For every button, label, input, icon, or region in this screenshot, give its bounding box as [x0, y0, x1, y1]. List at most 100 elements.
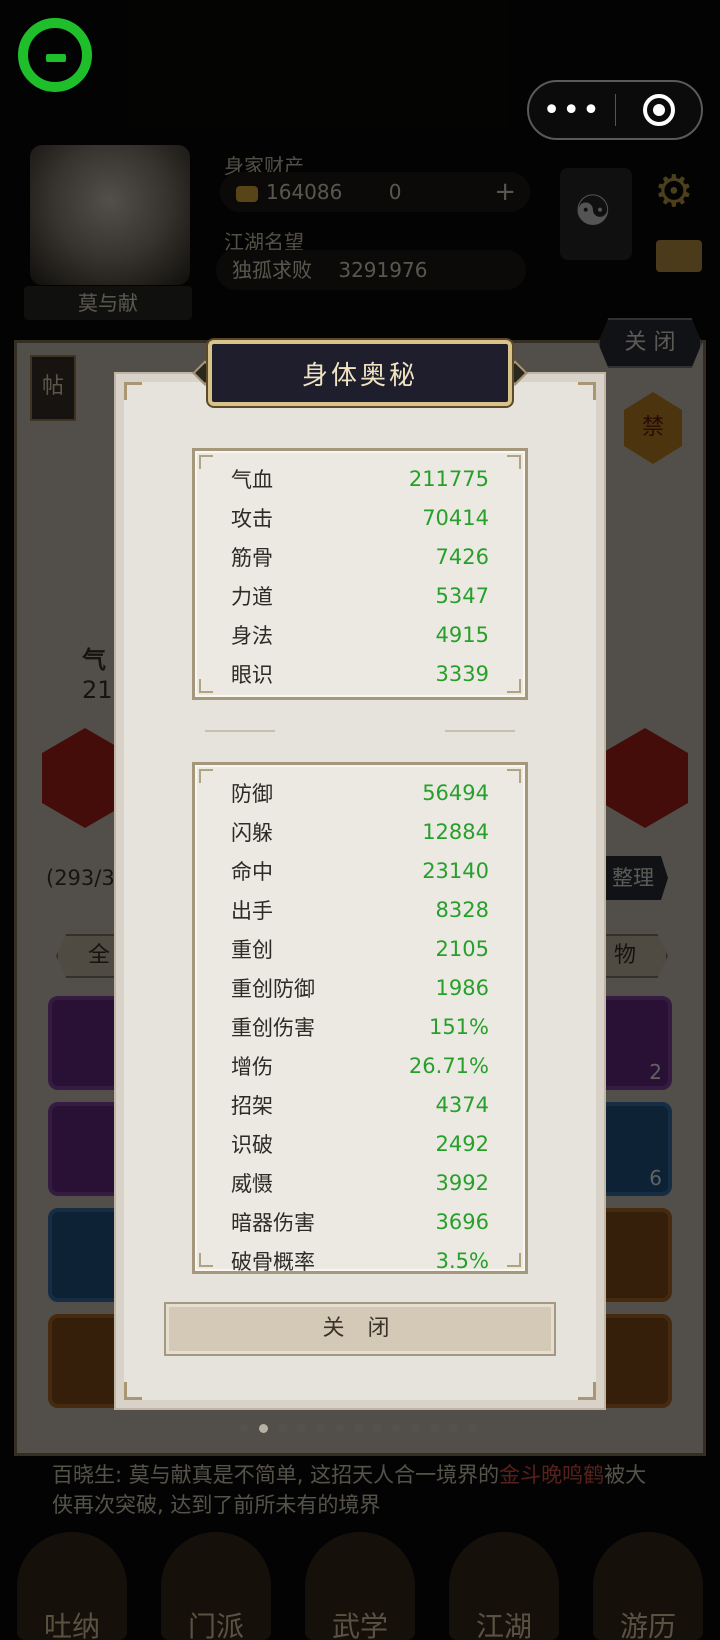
stat-row: 命中 23140 — [195, 851, 525, 890]
stat-row: 威慑 3992 — [195, 1163, 525, 1202]
stat-value: 23140 — [422, 858, 489, 883]
gold-icon — [236, 185, 258, 202]
player-title: 独孤求败 — [232, 258, 312, 282]
primary-stats-box: 气血 211775 攻击 70414 筋骨 7426 力道 5347 身法 4915 眼识 3339 — [192, 448, 528, 700]
gem-value: 0 — [388, 180, 402, 204]
stat-name: 命中 — [231, 859, 273, 884]
player-name: 莫与献 — [24, 286, 192, 320]
page-dot[interactable] — [430, 1424, 439, 1433]
corner-ornament — [578, 382, 596, 400]
stat-value: 1986 — [435, 975, 489, 1000]
page-dot[interactable] — [259, 1424, 268, 1433]
page-indicator — [240, 1424, 477, 1433]
add-currency-button[interactable]: + — [494, 172, 516, 212]
stat-row: 气血 211775 — [195, 459, 525, 498]
more-menu-button[interactable]: ••• — [529, 82, 615, 138]
stat-name: 闪躲 — [231, 820, 273, 845]
page-dot[interactable] — [449, 1424, 458, 1433]
stat-name: 出手 — [231, 898, 273, 923]
stat-row: 攻击 70414 — [195, 498, 525, 537]
tie-icon[interactable]: 帖 — [30, 355, 76, 421]
stat-name: 重创 — [231, 937, 273, 962]
stat-name: 重创伤害 — [231, 1015, 315, 1040]
stat-row: 招架 4374 — [195, 1085, 525, 1124]
stat-name: 招架 — [231, 1093, 273, 1118]
nav-travel[interactable]: 游历 — [593, 1532, 703, 1640]
stat-name: 威慑 — [231, 1171, 273, 1196]
page-dot[interactable] — [411, 1424, 420, 1433]
corner-ornament — [578, 1382, 596, 1400]
modal-close-button[interactable]: 关 闭 — [164, 1302, 556, 1356]
secondary-stats-list: 防御 56494 闪躲 12884 命中 23140 出手 8328 重创 2105 重创防御 198… — [195, 773, 525, 1274]
stat-name: 防御 — [231, 781, 273, 806]
stat-value: 5347 — [435, 583, 489, 608]
item-count: 6 — [649, 1166, 662, 1190]
bottom-nav: 吐纳 门派 武学 江湖 游历 — [0, 1520, 720, 1640]
stat-value: 3.5% — [435, 1248, 489, 1273]
fame-value: 3291976 — [338, 258, 428, 282]
stat-name: 气血 — [231, 467, 273, 492]
nav-martial-arts[interactable]: 武学 — [305, 1532, 415, 1640]
stat-name: 识破 — [231, 1132, 273, 1157]
stat-name: 暗器伤害 — [231, 1210, 315, 1235]
stat-row: 出手 8328 — [195, 890, 525, 929]
message-prefix: 百晓生: 莫与献真是不简单, 这招天人合一境界的 — [52, 1463, 500, 1487]
panel-close-button[interactable]: 关 闭 — [598, 318, 702, 368]
message-suffix: 被大 — [604, 1463, 647, 1487]
stat-value: 4915 — [435, 622, 489, 647]
mail-icon[interactable] — [656, 240, 702, 272]
stat-row: 身法 4915 — [195, 615, 525, 654]
secondary-stats-box[interactable]: 防御 56494 闪躲 12884 命中 23140 出手 8328 重创 2105 重创防御 198… — [192, 762, 528, 1274]
stat-value: 3339 — [435, 661, 489, 686]
capacity-text: (293/3 — [46, 866, 115, 890]
player-avatar[interactable] — [30, 145, 190, 285]
page-dot[interactable] — [468, 1424, 477, 1433]
exit-miniprogram-button[interactable] — [616, 82, 701, 138]
stat-row: 筋骨 7426 — [195, 537, 525, 576]
nav-breathing[interactable]: 吐纳 — [17, 1532, 127, 1640]
section-divider — [205, 726, 515, 736]
stat-row: 重创 2105 — [195, 929, 525, 968]
corner-ornament — [124, 382, 142, 400]
nav-sect[interactable]: 门派 — [161, 1532, 271, 1640]
stat-name: 筋骨 — [231, 545, 273, 570]
gold-box: 164086 0 + — [220, 172, 530, 212]
stat-value: 56494 — [422, 780, 489, 805]
app-logo-icon — [18, 18, 92, 92]
stat-name: 力道 — [231, 584, 273, 609]
message-highlight: 金斗晚鸣鹤 — [499, 1463, 605, 1487]
system-message: 百晓生: 莫与献真是不简单, 这招天人合一境界的金斗晚鸣鹤被大 侠再次突破, 达… — [20, 1460, 700, 1520]
miniprogram-capsule: ••• — [527, 80, 703, 140]
stat-value: 26.71% — [408, 1053, 489, 1078]
sort-button[interactable]: 整理 — [598, 856, 668, 900]
stat-row: 重创伤害 151% — [195, 1007, 525, 1046]
yinyang-icon[interactable] — [560, 168, 632, 260]
nav-jianghu[interactable]: 江湖 — [449, 1532, 559, 1640]
stat-row: 力道 5347 — [195, 576, 525, 615]
stat-name: 破骨概率 — [231, 1249, 315, 1274]
modal-title: 身体奥秘 — [301, 360, 418, 391]
gear-icon[interactable]: ⚙ — [654, 166, 693, 217]
page-dot[interactable] — [354, 1424, 363, 1433]
page-dot[interactable] — [335, 1424, 344, 1433]
stat-row: 重创防御 1986 — [195, 968, 525, 1007]
page-dot[interactable] — [392, 1424, 401, 1433]
message-line2: 侠再次突破, 达到了前所未有的境界 — [52, 1493, 381, 1517]
stat-value: 2105 — [435, 936, 489, 961]
target-icon — [642, 94, 675, 126]
stat-value: 8328 — [435, 897, 489, 922]
page-dot[interactable] — [240, 1424, 249, 1433]
stat-value: 211775 — [408, 466, 489, 491]
page-dot[interactable] — [297, 1424, 306, 1433]
page-dot[interactable] — [316, 1424, 325, 1433]
stat-value: 2492 — [435, 1131, 489, 1156]
stat-value: 7426 — [435, 544, 489, 569]
stat-name: 身法 — [231, 623, 273, 648]
stat-name: 重创防御 — [231, 976, 315, 1001]
screen: 莫与献 身家财产 164086 0 + 江湖名望 独孤求败 3291976 ⚙ … — [0, 0, 720, 1640]
stat-name: 眼识 — [231, 662, 273, 687]
fame-box: 独孤求败 3291976 — [216, 250, 526, 290]
primary-stats-list: 气血 211775 攻击 70414 筋骨 7426 力道 5347 身法 4915 眼识 3339 — [195, 459, 525, 693]
page-dot[interactable] — [373, 1424, 382, 1433]
page-dot[interactable] — [278, 1424, 287, 1433]
